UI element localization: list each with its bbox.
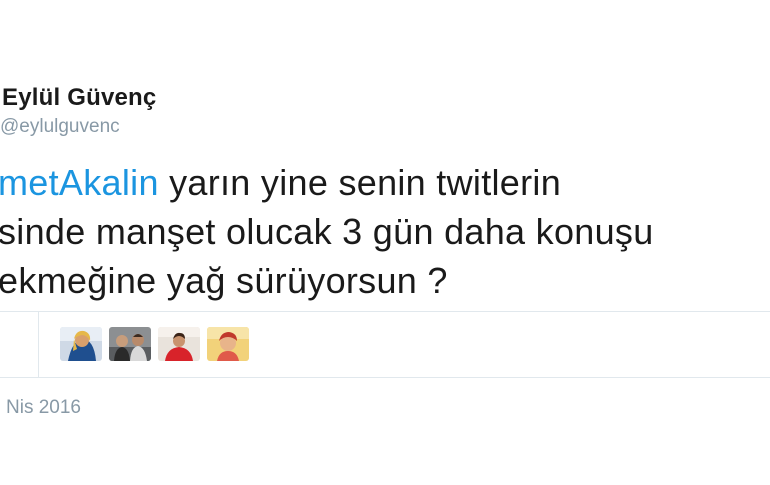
divider	[38, 312, 39, 377]
divider	[0, 311, 770, 312]
mention-link[interactable]: metAkalin	[0, 162, 159, 203]
tweet-card: Eylül Güvenç @eylulguvenc metAkalin yarı…	[0, 0, 770, 485]
user-handle[interactable]: @eylulguvenc	[0, 116, 120, 138]
tweet-line-3: ekmeğine yağ sürüyorsun ?	[0, 256, 654, 305]
tweet-line-2: sinde manşet olucak 3 gün daha konuşu	[0, 207, 654, 256]
liker-avatar-1[interactable]	[60, 327, 102, 361]
likers-avatars	[60, 327, 249, 361]
tweet-line-1-text: yarın yine senin twitlerin	[158, 162, 562, 203]
liker-avatar-3[interactable]	[158, 327, 200, 361]
liker-avatar-2[interactable]	[109, 327, 151, 361]
user-display-name[interactable]: Eylül Güvenç	[2, 84, 156, 112]
tweet-date[interactable]: Nis 2016	[6, 397, 81, 419]
tweet-line-3-text: ekmeğine yağ sürüyorsun ?	[0, 260, 448, 301]
tweet-line-1: metAkalin yarın yine senin twitlerin	[0, 158, 654, 207]
tweet-line-2-text: sinde manşet olucak 3 gün daha konuşu	[0, 211, 654, 252]
liker-avatar-4[interactable]	[207, 327, 249, 361]
tweet-text: metAkalin yarın yine senin twitlerin sin…	[0, 158, 654, 305]
divider	[0, 377, 770, 378]
